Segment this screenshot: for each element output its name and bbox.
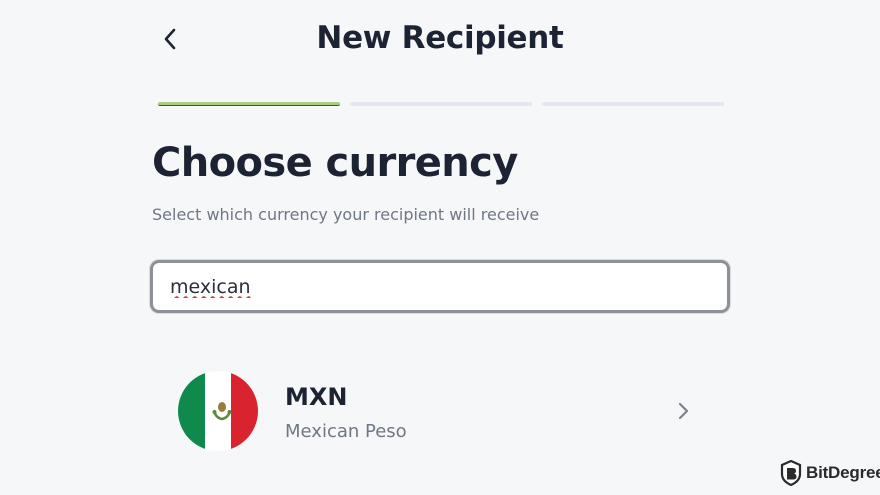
progress-bar <box>158 102 724 106</box>
progress-step-2 <box>350 102 532 106</box>
currency-name: Mexican Peso <box>285 421 407 442</box>
progress-step-3 <box>542 102 724 106</box>
progress-step-1 <box>158 102 340 106</box>
eagle-emblem-icon <box>212 402 232 421</box>
currency-search-field[interactable] <box>150 260 730 313</box>
currency-list-item[interactable]: MXN Mexican Peso <box>178 371 698 451</box>
currency-search-input[interactable] <box>153 263 727 310</box>
page-subtitle: Select which currency your recipient wil… <box>152 205 540 224</box>
page-title: Choose currency <box>152 140 518 186</box>
watermark-text: BitDegree <box>806 463 880 482</box>
watermark-logo: BitDegree <box>780 460 880 486</box>
header-title: New Recipient <box>316 20 564 56</box>
chevron-right-icon <box>678 402 689 420</box>
bitdegree-shield-icon <box>780 460 802 486</box>
mexico-flag-icon <box>178 371 258 451</box>
currency-code: MXN <box>285 383 348 411</box>
